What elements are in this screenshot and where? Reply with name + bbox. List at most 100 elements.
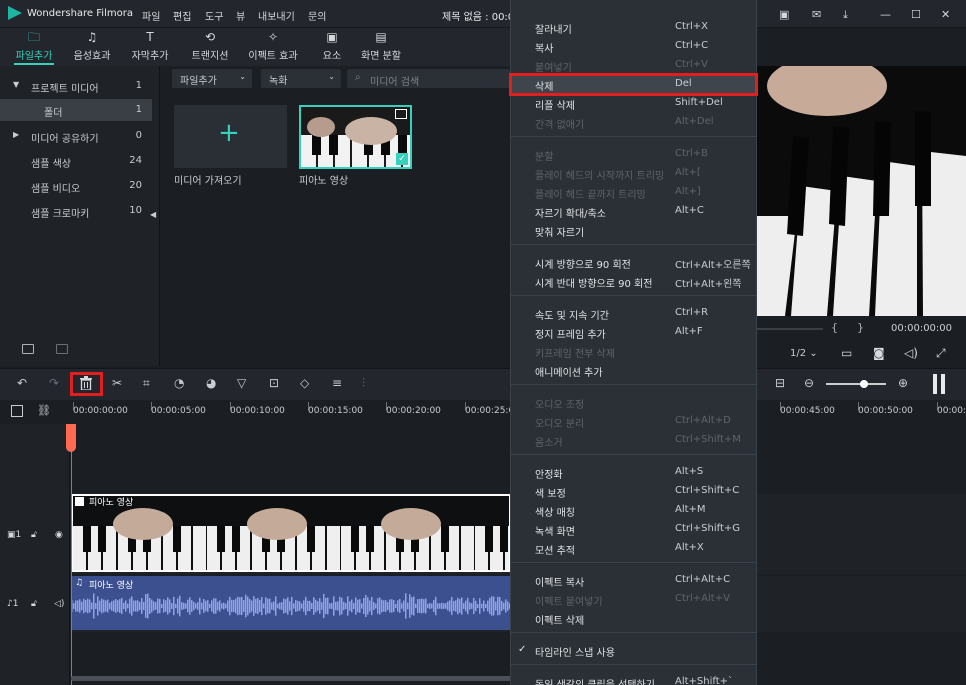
context-menu-item[interactable]: 애니메이션 추가 bbox=[510, 361, 757, 379]
context-menu-item[interactable]: 키프레임 전부 삭제 bbox=[510, 342, 757, 360]
mark-in-icon[interactable]: { bbox=[831, 321, 838, 334]
menu-file[interactable]: 파일 bbox=[142, 8, 160, 23]
notification-icon[interactable]: ✉ bbox=[812, 8, 821, 21]
minimize-icon[interactable]: — bbox=[880, 8, 891, 21]
eye-icon[interactable]: ◉ bbox=[55, 530, 63, 540]
context-menu-item[interactable]: 이펙트 붙여넣기 Ctrl+Alt+V bbox=[510, 590, 757, 608]
green-screen-icon[interactable]: ▽ bbox=[237, 376, 246, 390]
context-menu-item[interactable]: 잘라내기 Ctrl+X bbox=[510, 18, 757, 36]
context-menu-item[interactable]: 간격 없애기 Alt+Del bbox=[510, 113, 757, 131]
context-menu-item[interactable]: 오디오 조정 bbox=[510, 393, 757, 411]
playhead-line[interactable] bbox=[71, 424, 72, 685]
tab-1[interactable]: ♫ 음성효과 bbox=[62, 30, 122, 62]
menu-tools[interactable]: 도구 bbox=[205, 8, 223, 23]
context-menu-item[interactable]: 이펙트 삭제 bbox=[510, 609, 757, 627]
menu-export[interactable]: 내보내기 bbox=[258, 8, 295, 23]
mark-out-icon[interactable]: } bbox=[857, 321, 864, 334]
zoom-in-icon[interactable]: ⊕ bbox=[898, 376, 908, 390]
sidebar-item[interactable]: 샘플 크로마키 10 bbox=[0, 200, 152, 222]
empty-track-area[interactable] bbox=[0, 424, 966, 494]
menu-help[interactable]: 문의 bbox=[308, 8, 326, 23]
trash-icon[interactable] bbox=[80, 376, 92, 390]
add-track-icon[interactable] bbox=[11, 405, 23, 417]
lock-icon[interactable]: 🔓︎ bbox=[31, 599, 37, 609]
filter-dropdown[interactable]: 파일추가 ⌄ bbox=[172, 69, 252, 88]
timeline-scrollbar[interactable] bbox=[71, 676, 511, 681]
fit-timeline-icon[interactable]: ⊟ bbox=[775, 376, 785, 390]
context-menu-item[interactable]: 이펙트 복사 Ctrl+Alt+C bbox=[510, 571, 757, 589]
record-dropdown[interactable]: 녹화 ⌄ bbox=[261, 69, 341, 88]
maximize-icon[interactable]: ☐ bbox=[911, 8, 921, 21]
context-menu-item[interactable]: 붙여넣기 Ctrl+V bbox=[510, 56, 757, 74]
sidebar-item[interactable]: 샘플 색상 24 bbox=[0, 150, 152, 172]
snapshot-icon[interactable]: ◙ bbox=[873, 346, 885, 360]
zoom-out-icon[interactable]: ⊖ bbox=[804, 376, 814, 390]
keyframe-icon[interactable]: ◇ bbox=[300, 376, 309, 390]
collapse-sidebar-icon[interactable]: ◀ bbox=[150, 210, 156, 219]
render-bars-icon[interactable] bbox=[933, 374, 945, 394]
folder-icon[interactable] bbox=[56, 344, 68, 354]
undo-icon[interactable]: ↶ bbox=[17, 376, 27, 390]
context-menu-item[interactable]: 자르기 확대/축소 Alt+C bbox=[510, 202, 757, 220]
redo-icon[interactable]: ↷ bbox=[49, 376, 59, 390]
tab-6[interactable]: ▤ 화면 분할 bbox=[351, 30, 411, 62]
menu-edit[interactable]: 편집 bbox=[173, 8, 191, 23]
volume-icon[interactable]: ◁) bbox=[904, 346, 918, 360]
menu-view[interactable]: 뷰 bbox=[236, 8, 245, 23]
tab-4[interactable]: ✧ 이펙트 효과 bbox=[243, 30, 303, 62]
lock-icon[interactable]: 🔓︎ bbox=[31, 530, 37, 540]
scissors-icon[interactable]: ✂ bbox=[112, 376, 122, 390]
playhead-handle[interactable] bbox=[66, 424, 76, 452]
audio-wave-icon[interactable]: ⫶ bbox=[362, 376, 365, 391]
link-icon[interactable]: ⛓ bbox=[37, 404, 51, 417]
context-menu-item[interactable]: 플레이 헤드 끝까지 트리밍 Alt+] bbox=[510, 183, 757, 201]
context-menu-item[interactable]: 플레이 헤드의 시작까지 트리밍 Alt+[ bbox=[510, 164, 757, 182]
context-menu-item[interactable]: 삭제 Del bbox=[510, 75, 757, 93]
color-palette-icon[interactable]: ◕ bbox=[206, 376, 216, 390]
sidebar-item[interactable]: 폴더 1 bbox=[0, 99, 152, 121]
context-menu-item[interactable]: 색상 매칭 Alt+M bbox=[510, 501, 757, 519]
context-menu-item[interactable]: 분할 Ctrl+B bbox=[510, 145, 757, 163]
save-icon[interactable]: ▣ bbox=[779, 8, 789, 21]
close-icon[interactable]: ✕ bbox=[941, 8, 950, 21]
context-menu-item[interactable]: 속도 및 지속 기간 Ctrl+R bbox=[510, 304, 757, 322]
video-clip[interactable] bbox=[71, 494, 511, 572]
context-menu-item[interactable]: ✓ 타임라인 스냅 사용 bbox=[510, 641, 757, 659]
context-menu-item[interactable]: 안정화 Alt+S bbox=[510, 463, 757, 481]
zoom-slider-handle[interactable] bbox=[860, 380, 868, 388]
download-icon[interactable]: ⤓ bbox=[843, 8, 848, 22]
tab-3[interactable]: ⟲ 트랜지션 bbox=[180, 30, 240, 62]
speed-icon[interactable]: ◔ bbox=[174, 376, 184, 390]
preview-scrubber[interactable] bbox=[757, 328, 823, 330]
sidebar-item[interactable]: ▶ 미디어 공유하기 0 bbox=[0, 125, 152, 147]
context-menu-item[interactable]: 복사 Ctrl+C bbox=[510, 37, 757, 55]
context-menu-item[interactable]: 색 보정 Ctrl+Shift+C bbox=[510, 482, 757, 500]
sidebar-item[interactable]: 샘플 비디오 20 bbox=[0, 175, 152, 197]
fullscreen-icon[interactable]: ⤢ bbox=[936, 346, 946, 361]
preview-video[interactable] bbox=[757, 66, 966, 316]
tab-2[interactable]: T 자막추가 bbox=[120, 30, 180, 62]
audio-clip[interactable] bbox=[71, 576, 511, 630]
context-menu-item[interactable]: 맞춰 자르기 bbox=[510, 221, 757, 239]
display-icon[interactable]: ▭ bbox=[841, 346, 852, 360]
context-menu-item[interactable]: 동일 색갈의 클립을 선택하기 Alt+Shift+` bbox=[510, 673, 757, 685]
expand-arrow-icon[interactable]: ▶ bbox=[13, 130, 19, 139]
context-menu-item[interactable]: 음소거 Ctrl+Shift+M bbox=[510, 431, 757, 449]
context-menu-item[interactable]: 모션 추적 Alt+X bbox=[510, 539, 757, 557]
stabilize-icon[interactable]: ⊡ bbox=[269, 376, 279, 390]
new-folder-icon[interactable] bbox=[22, 344, 34, 354]
tab-0[interactable]: 🗀 파일추가 bbox=[4, 30, 64, 62]
context-menu-item[interactable]: 오디오 분리 Ctrl+Alt+D bbox=[510, 412, 757, 430]
zoom-slider[interactable] bbox=[826, 383, 886, 385]
context-menu-item[interactable]: 녹색 화면 Ctrl+Shift+G bbox=[510, 520, 757, 538]
context-menu-item[interactable]: 정지 프레임 추가 Alt+F bbox=[510, 323, 757, 341]
sidebar-item[interactable]: ▼ 프로젝트 미디어 1 bbox=[0, 75, 152, 97]
crop-icon[interactable]: ⌗ bbox=[143, 376, 150, 391]
adjust-icon[interactable]: ≡ bbox=[332, 376, 342, 390]
context-menu-item[interactable]: 시계 방향으로 90 회전 Ctrl+Alt+오른쪽 bbox=[510, 253, 757, 271]
context-menu-item[interactable]: 리플 삭제 Shift+Del bbox=[510, 94, 757, 112]
context-menu-item[interactable]: 시계 반대 방향으로 90 회전 Ctrl+Alt+왼쪽 bbox=[510, 272, 757, 290]
expand-arrow-icon[interactable]: ▼ bbox=[13, 80, 19, 89]
preview-quality-dropdown[interactable]: 1/2 ⌄ bbox=[790, 348, 818, 359]
speaker-icon[interactable]: ◁) bbox=[54, 599, 64, 609]
